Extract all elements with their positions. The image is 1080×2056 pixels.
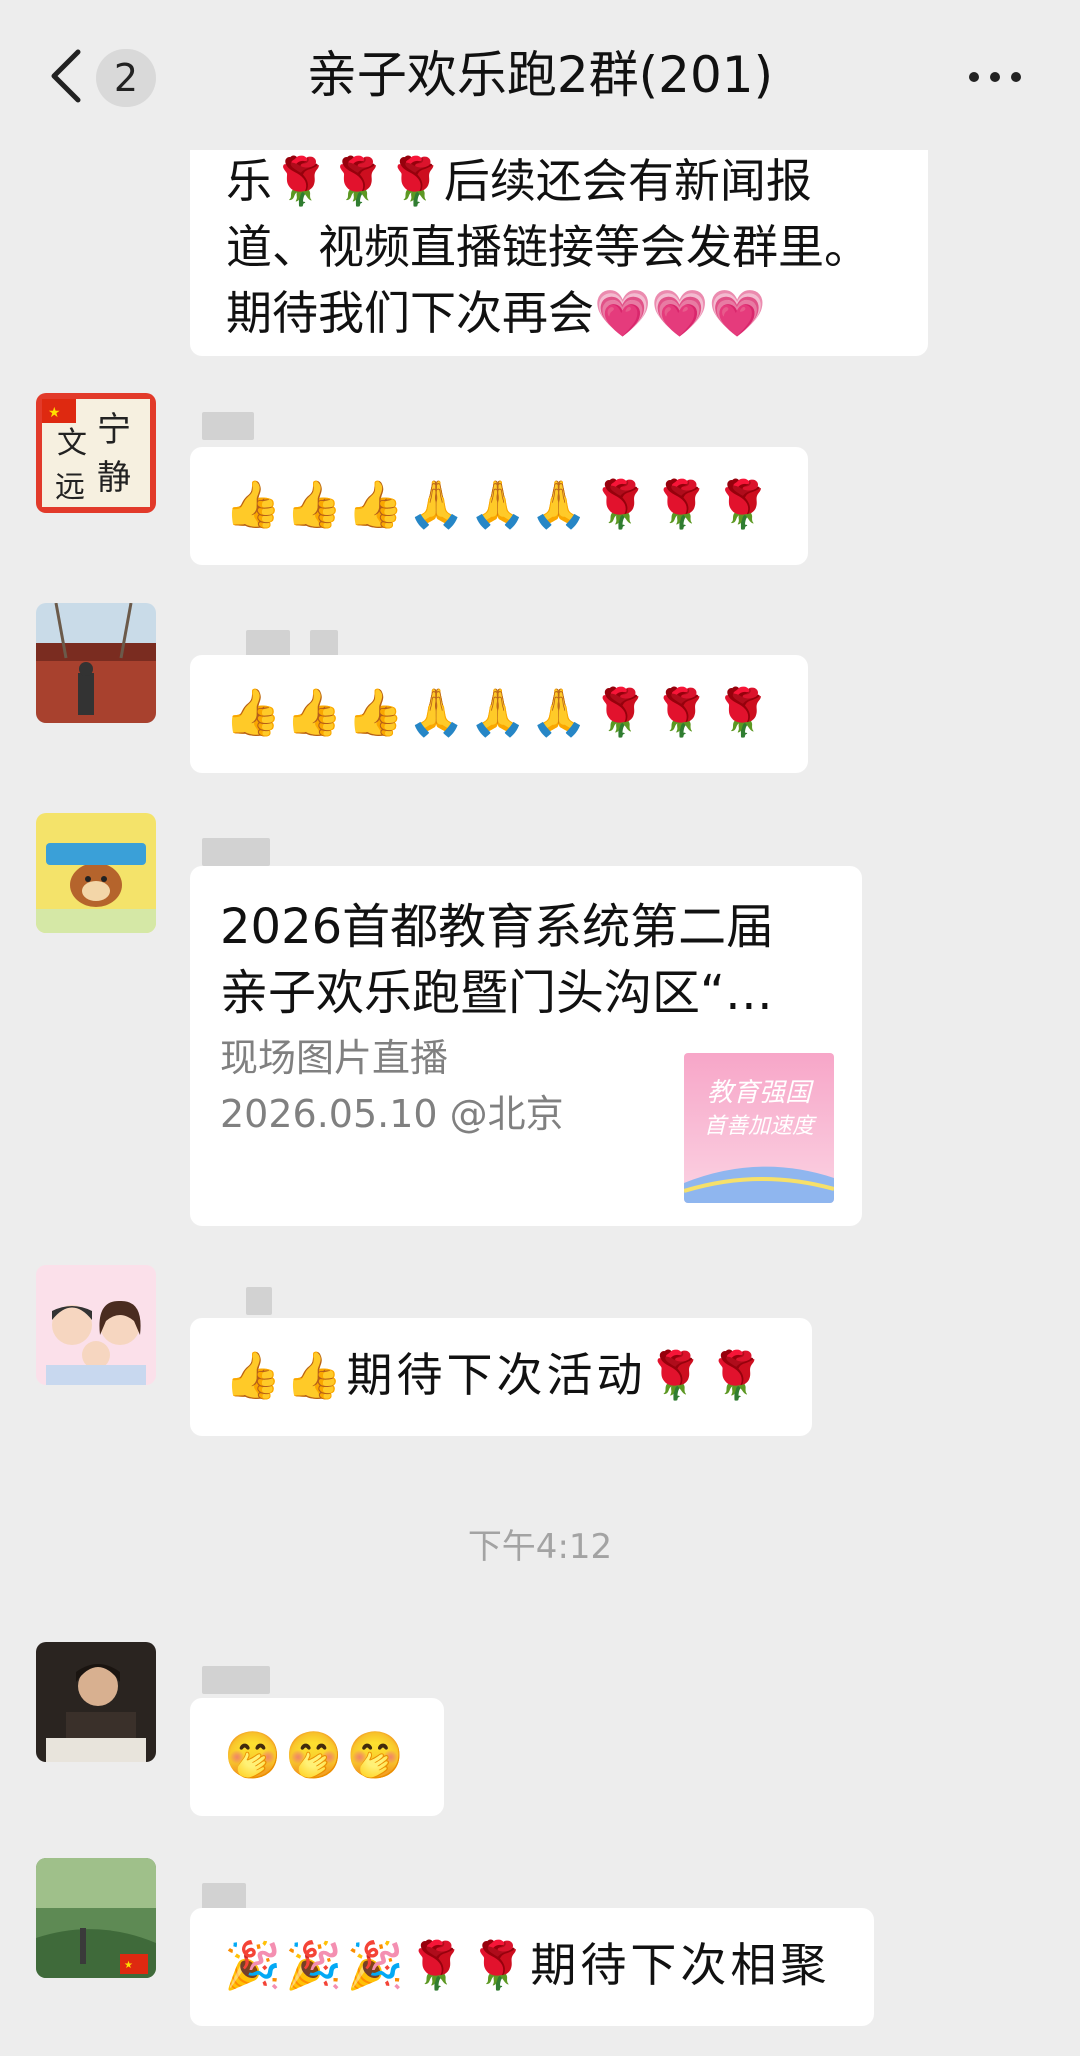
sender-name [310,630,338,658]
landscape-avatar-image: ★ [36,1858,156,1978]
message-text: 👍👍👍🙏🙏🙏🌹🌹🌹 [224,685,776,739]
sender-name [246,630,290,658]
more-button[interactable] [966,64,1024,90]
calligraphy-avatar-image: ★ 宁 文 静 远 [36,393,156,513]
chat-message-list[interactable]: 乐🌹🌹🌹后续还会有新闻报 道、视频直播链接等会发群里。 期待我们下次再会💗💗💗 … [0,150,1080,2056]
message-text: 🎉🎉🎉🌹🌹期待下次相聚 [224,1938,831,1992]
message-bubble[interactable]: 👍👍期待下次活动🌹🌹 [190,1318,812,1436]
card-title-line: 2026首都教育系统第二届 [220,899,775,955]
avatar[interactable]: ★ [36,1858,156,1978]
avatar[interactable]: ★ 宁 文 静 远 [36,393,156,513]
message-bubble[interactable]: 🤭🤭🤭 [190,1698,444,1816]
sender-name [246,1287,272,1315]
chevron-left-icon [51,49,81,103]
sender-name [202,838,270,866]
message-text: 👍👍👍🙏🙏🙏🌹🌹🌹 [224,477,776,531]
back-button[interactable] [46,46,86,106]
message-bubble[interactable]: 🎉🎉🎉🌹🌹期待下次相聚 [190,1908,874,2026]
avatar[interactable] [36,813,156,933]
message-text: 👍👍期待下次活动🌹🌹 [224,1348,770,1402]
avatar[interactable] [36,1265,156,1385]
card-title-line: 亲子欢乐跑暨门头沟区“… [220,965,773,1021]
avatar[interactable] [36,603,156,723]
calligraphy-char: 静 [97,458,131,498]
calligraphy-char: 远 [55,470,85,505]
photo-avatar-image [36,603,156,723]
sender-name [202,1883,246,1911]
calligraphy-char: 宁 [97,410,131,450]
svg-text:★: ★ [48,405,61,421]
photo-avatar-image [36,1642,156,1762]
card-thumbnail-image: 教育强国 首善加速度 [684,1053,834,1203]
ellipsis-icon [969,72,1021,82]
cartoon-couple-avatar-image [36,1265,156,1385]
card-thumbnail: 教育强国 首善加速度 [684,1053,834,1203]
message-line: 道、视频直播链接等会发群里。 [226,220,870,274]
svg-text:★: ★ [124,1960,133,1971]
cartoon-dog-avatar-image [36,813,156,933]
message-timestamp: 下午4:12 [467,1527,613,1567]
sender-name [202,1666,270,1694]
sender-name [202,412,254,440]
link-card[interactable]: 2026首都教育系统第二届 亲子欢乐跑暨门头沟区“… 现场图片直播 2026.0… [190,866,862,1226]
top-bar: 2 亲子欢乐跑2群(201) [0,0,1080,150]
thumbnail-caption: 首善加速度 [704,1114,817,1139]
thumbnail-caption: 教育强国 [707,1078,814,1108]
message-line: 乐🌹🌹🌹后续还会有新闻报 [226,154,812,208]
calligraphy-char: 文 [57,426,87,461]
unread-count-badge[interactable]: 2 [96,49,156,107]
avatar[interactable] [36,1642,156,1762]
message-text: 🤭🤭🤭 [224,1728,408,1782]
message-bubble[interactable]: 乐🌹🌹🌹后续还会有新闻报 道、视频直播链接等会发群里。 期待我们下次再会💗💗💗 [190,150,928,356]
message-bubble[interactable]: 👍👍👍🙏🙏🙏🌹🌹🌹 [190,447,808,565]
message-bubble[interactable]: 👍👍👍🙏🙏🙏🌹🌹🌹 [190,655,808,773]
message-line: 期待我们下次再会💗💗💗 [226,286,766,340]
chat-title: 亲子欢乐跑2群(201) [306,46,774,104]
